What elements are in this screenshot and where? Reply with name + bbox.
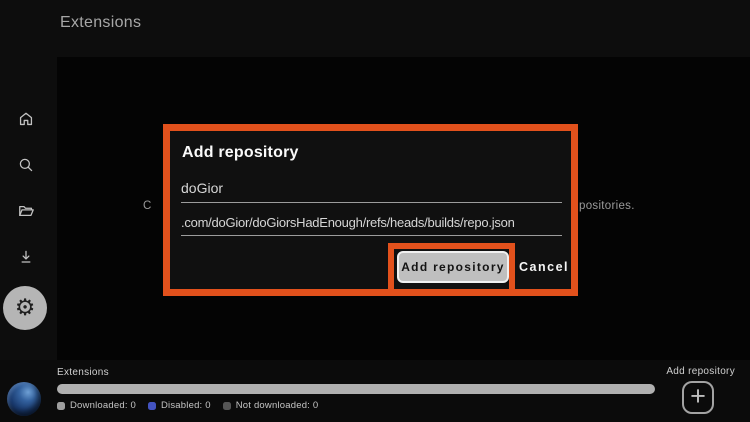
gear-icon: ⚙	[14, 294, 36, 321]
repository-url-input[interactable]: .com/doGior/doGiorsHadEnough/refs/heads/…	[181, 215, 562, 236]
downloaded-dot	[57, 401, 65, 410]
add-repository-dialog: Add repository doGior .com/doGior/doGior…	[170, 131, 571, 289]
downloaded-label: Downloaded: 0	[70, 400, 136, 411]
repository-name-input[interactable]: doGior	[181, 180, 562, 203]
legend-item-downloaded: Downloaded: 0	[57, 400, 136, 411]
extensions-progress-bar	[57, 384, 655, 394]
disabled-label: Disabled: 0	[160, 400, 211, 411]
add-repository-plus-button[interactable]: +	[682, 381, 714, 414]
sidebar-item-settings[interactable]: ⚙	[3, 286, 47, 330]
dialog-title: Add repository	[182, 144, 299, 161]
folder-icon	[19, 205, 34, 217]
sidebar-item-home[interactable]	[18, 111, 34, 127]
cancel-button[interactable]: Cancel	[513, 251, 575, 283]
sidebar-item-search[interactable]	[18, 157, 34, 173]
plus-icon: +	[690, 380, 706, 411]
sidebar: ⚙	[0, 57, 57, 360]
search-icon	[19, 158, 33, 172]
profile-avatar[interactable]	[7, 382, 41, 416]
background-hint-text-left: C	[143, 200, 152, 212]
legend-item-not-downloaded: Not downloaded: 0	[222, 400, 319, 411]
background-hint-text-right: positories.	[579, 200, 635, 212]
disabled-dot	[147, 401, 156, 410]
extensions-section-label: Extensions	[57, 367, 109, 378]
add-repository-confirm-button[interactable]: Add repository	[397, 251, 509, 283]
bottom-bar: Extensions Downloaded: 0 Disabled: 0 Not…	[0, 360, 750, 422]
home-icon	[19, 112, 33, 126]
sidebar-item-downloads[interactable]	[18, 249, 34, 265]
legend-item-disabled: Disabled: 0	[147, 400, 211, 411]
top-bar: Extensions	[0, 0, 750, 57]
app-window: Extensions ⚙ C positories. Add repositor…	[0, 0, 750, 422]
page-title: Extensions	[60, 14, 142, 31]
download-icon	[21, 250, 31, 263]
extensions-legend: Downloaded: 0 Disabled: 0 Not downloaded…	[57, 400, 318, 411]
not-downloaded-label: Not downloaded: 0	[235, 400, 319, 411]
not-downloaded-dot	[222, 401, 231, 410]
add-repository-label: Add repository	[666, 366, 735, 377]
sidebar-item-library[interactable]	[18, 203, 37, 219]
